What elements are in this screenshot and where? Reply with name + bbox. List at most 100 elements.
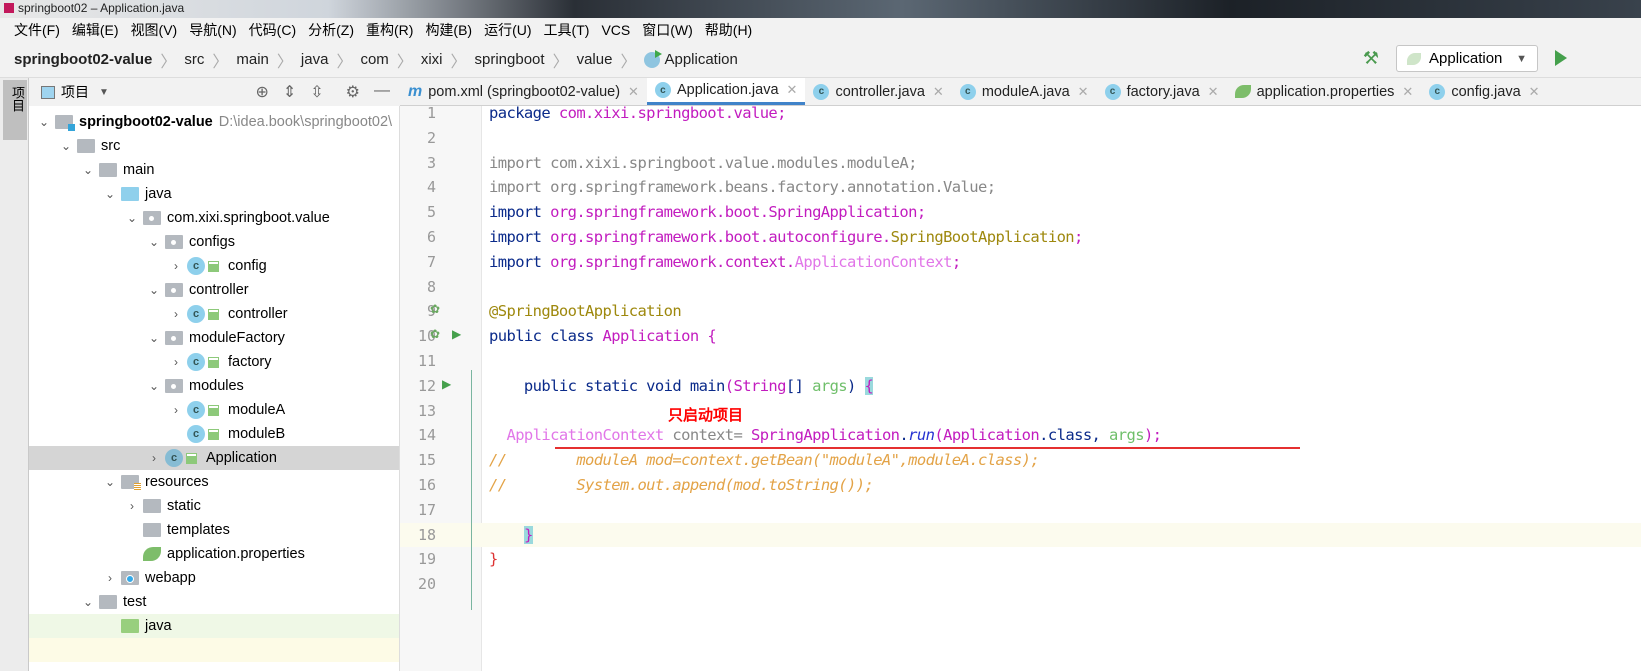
chevron-down-icon[interactable]: ⌄ [145,379,163,393]
tree-item[interactable]: › c factory [29,350,399,374]
chevron-down-icon[interactable]: ⌄ [145,283,163,297]
tree-item[interactable]: › c Application [29,446,399,470]
run-configuration-select[interactable]: Application ▼ [1396,45,1538,72]
tree-item[interactable]: ⌄ com.xixi.springboot.value [29,206,399,230]
menu-item[interactable]: 编辑(E) [66,20,125,40]
editor-tab[interactable]: c controller.java ✕ [805,78,951,105]
menu-item[interactable]: 文件(F) [8,20,66,40]
breadcrumb-item[interactable]: springboot02-value [14,51,152,68]
close-icon[interactable]: ✕ [1402,84,1413,100]
tree-item[interactable]: › c controller [29,302,399,326]
chevron-right-icon[interactable]: › [101,571,119,585]
menu-item[interactable]: 运行(U) [478,20,537,40]
chevron-down-icon[interactable]: ⌄ [145,235,163,249]
menu-item[interactable]: 帮助(H) [699,20,758,40]
close-icon[interactable]: ✕ [1078,84,1089,100]
tree-item[interactable]: ⌄ src [29,134,399,158]
chevron-down-icon[interactable]: ⌄ [101,187,119,201]
tree-item[interactable]: ⌄ springboot02-value D:\idea.book\springbo… [29,110,399,134]
breadcrumb-item[interactable]: value [577,51,613,68]
project-tool-tab[interactable]: 项目 [3,80,27,140]
chevron-right-icon[interactable]: › [123,499,141,513]
tree-item[interactable]: ⌄ modules [29,374,399,398]
code-line[interactable]: @SpringBootApplication [489,299,682,324]
menu-item[interactable]: 窗口(W) [636,20,699,40]
tree-item[interactable]: ⌄ test [29,590,399,614]
collapse-all-icon[interactable]: ⇳ [310,82,323,102]
code-line[interactable]: } [489,523,533,548]
tree-item[interactable]: ⌄ java [29,182,399,206]
breadcrumb-item[interactable]: java [301,51,329,68]
chevron-right-icon[interactable]: › [167,403,185,417]
tree-item[interactable]: templates [29,518,399,542]
chevron-right-icon[interactable]: › [167,259,185,273]
code-line[interactable]: import org.springframework.boot.SpringAp… [489,200,926,225]
tree-item[interactable]: ⌄ resources [29,470,399,494]
chevron-down-icon[interactable]: ⌄ [101,475,119,489]
code-line[interactable]: public class Application { [489,324,717,349]
code-editor[interactable]: package com.xixi.springboot.value; import… [482,104,1641,671]
close-icon[interactable]: ✕ [787,82,798,98]
code-line[interactable]: } [489,547,498,572]
chevron-right-icon[interactable]: › [167,355,185,369]
project-panel-title[interactable]: 项目 [61,82,89,102]
code-line[interactable]: import org.springframework.boot.autoconf… [489,225,1083,250]
breadcrumb-item[interactable]: main [236,51,269,68]
menu-item[interactable]: 视图(V) [125,20,184,40]
tree-item[interactable]: ⌄ controller [29,278,399,302]
breadcrumb-item[interactable]: springboot [475,51,545,68]
build-hammer-icon[interactable]: ⚒ [1363,48,1379,69]
tree-item[interactable]: ⌄ configs [29,230,399,254]
chevron-down-icon[interactable]: ⌄ [145,331,163,345]
code-line[interactable]: import org.springframework.beans.factory… [489,175,996,200]
breadcrumb-item[interactable]: src [184,51,204,68]
breadcrumb-item[interactable]: com [360,51,388,68]
menu-item[interactable]: 构建(B) [419,20,478,40]
tree-item[interactable]: › c config [29,254,399,278]
code-line[interactable]: import com.xixi.springboot.value.modules… [489,151,917,176]
gear-icon[interactable]: ⚙ [346,82,360,102]
editor-tab[interactable]: c config.java ✕ [1421,78,1547,105]
close-icon[interactable]: ✕ [1529,84,1540,100]
tree-item[interactable]: ⌄ main [29,158,399,182]
menu-item[interactable]: 工具(T) [538,20,596,40]
tree-item[interactable] [29,638,399,662]
menu-item[interactable]: 分析(Z) [302,20,360,40]
hide-panel-icon[interactable]: — [374,82,390,102]
chevron-right-icon[interactable]: › [145,451,163,465]
code-line[interactable]: import org.springframework.context.Appli… [489,250,961,275]
locate-file-icon[interactable]: ⊕ [255,82,268,102]
chevron-down-icon[interactable]: ▼ [99,87,109,98]
chevron-down-icon[interactable]: ⌄ [79,163,97,177]
breadcrumb-item[interactable]: Application [664,51,737,68]
editor-tab[interactable]: application.properties ✕ [1227,78,1422,105]
code-line[interactable]: // moduleA mod=context.getBean("moduleA"… [489,448,1040,473]
tree-item[interactable]: › c moduleA [29,398,399,422]
tree-item[interactable]: › static [29,494,399,518]
breadcrumb-item[interactable]: xixi [421,51,443,68]
menu-item[interactable]: 导航(N) [183,20,242,40]
chevron-down-icon[interactable]: ⌄ [57,139,75,153]
tree-item[interactable]: ⌄ moduleFactory [29,326,399,350]
run-button[interactable] [1555,50,1567,66]
tree-item[interactable]: c moduleB [29,422,399,446]
editor-tab[interactable]: c moduleA.java ✕ [952,78,1097,105]
chevron-right-icon[interactable]: › [167,307,185,321]
code-line[interactable]: package com.xixi.springboot.value; [489,101,786,126]
tree-item[interactable]: java [29,614,399,638]
menu-item[interactable]: 代码(C) [243,20,302,40]
code-line[interactable]: public static void main(String[] args) { [489,374,874,399]
editor-tab[interactable]: c factory.java ✕ [1097,78,1227,105]
menu-item[interactable]: 重构(R) [360,20,419,40]
close-icon[interactable]: ✕ [933,84,944,100]
close-icon[interactable]: ✕ [1208,84,1219,100]
spring-bean-icon[interactable]: ✿ [430,327,440,341]
code-line[interactable]: // System.out.append(mod.toString()); [489,473,874,498]
chevron-down-icon[interactable]: ⌄ [79,595,97,609]
tree-item[interactable]: application.properties [29,542,399,566]
spring-bean-icon[interactable]: ✿ [430,302,440,316]
menu-item[interactable]: VCS [595,22,636,38]
run-gutter-icon[interactable]: ▶ [452,327,461,341]
chevron-down-icon[interactable]: ⌄ [35,115,53,129]
close-icon[interactable]: ✕ [628,84,639,100]
